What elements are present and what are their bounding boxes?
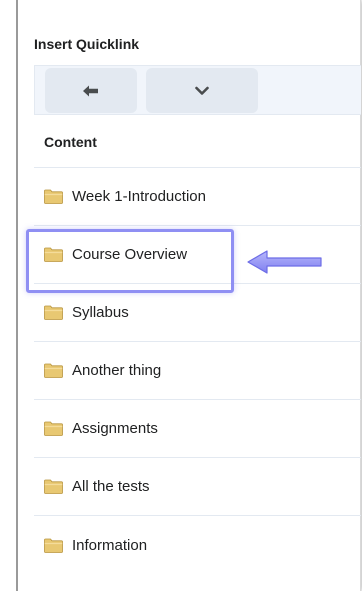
list-item-label: All the tests: [72, 478, 150, 495]
list-item-label: Assignments: [72, 420, 158, 437]
list-item-label: Week 1-Introduction: [72, 188, 206, 205]
list-item[interactable]: Course Overview: [34, 226, 361, 284]
back-button[interactable]: [45, 68, 137, 113]
list-item[interactable]: Another thing: [34, 342, 361, 400]
folder-icon: [44, 421, 63, 436]
list-item[interactable]: Syllabus: [34, 284, 361, 342]
list-item-label: Syllabus: [72, 304, 129, 321]
arrow-left-icon: [83, 85, 98, 96]
panel-left-border: [16, 0, 18, 591]
list-item[interactable]: Information: [34, 516, 361, 574]
list-item-label: Information: [72, 536, 148, 554]
folder-icon: [44, 479, 63, 494]
list-item[interactable]: Week 1-Introduction: [34, 168, 361, 226]
list-item-label: Course Overview: [72, 246, 188, 263]
folder-icon: [44, 189, 63, 204]
list-item[interactable]: Assignments: [34, 400, 361, 458]
folder-icon: [44, 538, 63, 553]
folder-icon: [44, 247, 63, 262]
list-item-label: Another thing: [72, 362, 162, 379]
chevron-down-icon: [195, 86, 209, 95]
dialog-title: Insert Quicklink: [34, 36, 140, 52]
list-item[interactable]: All the tests: [34, 458, 361, 516]
more-options-button[interactable]: [146, 68, 258, 113]
folder-icon: [44, 363, 63, 378]
content-header: Content: [34, 116, 361, 168]
toolbar: [34, 65, 361, 115]
insert-quicklink-panel: Insert Quicklink Content Week 1-Introduc…: [0, 0, 361, 591]
folder-icon: [44, 305, 63, 320]
